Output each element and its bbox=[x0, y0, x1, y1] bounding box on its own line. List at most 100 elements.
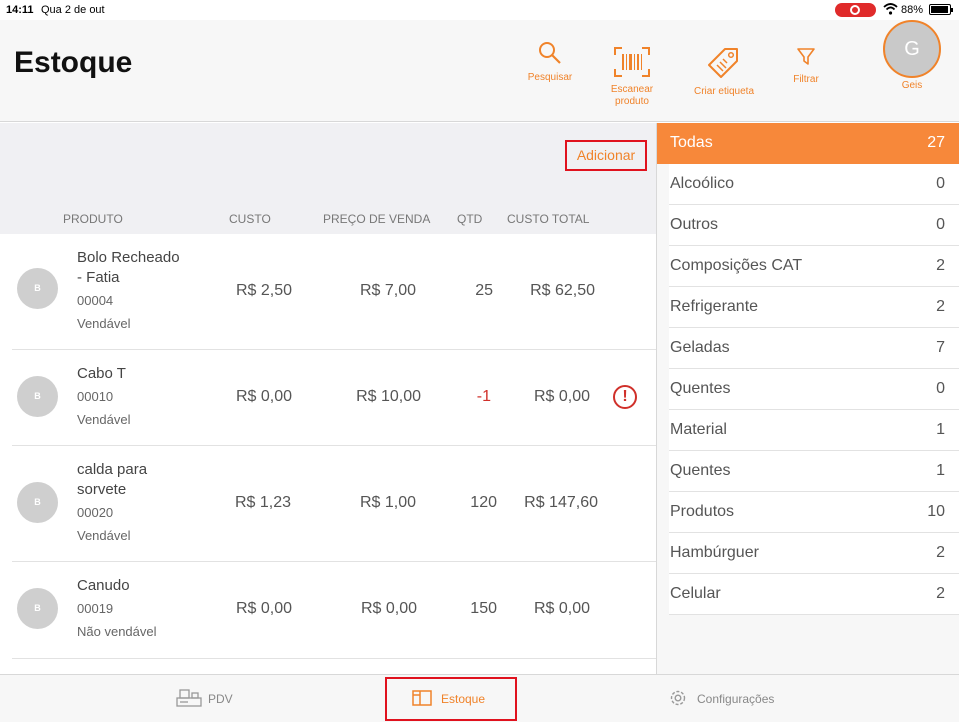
category-count: 7 bbox=[936, 339, 945, 356]
wifi-icon bbox=[883, 3, 898, 15]
product-qty: -1 bbox=[476, 388, 491, 405]
column-total: CUSTO TOTAL bbox=[507, 212, 590, 226]
table-row[interactable]: B calda para sorvete 00020 Vendável R$ 1… bbox=[0, 446, 656, 562]
battery-icon bbox=[929, 4, 953, 15]
category-label: Alcoólico bbox=[670, 175, 735, 192]
create-label-button[interactable]: Criar etiqueta bbox=[684, 46, 764, 98]
category-count: 1 bbox=[936, 462, 945, 479]
add-button[interactable]: Adicionar bbox=[565, 140, 647, 171]
barcode-icon bbox=[614, 47, 650, 77]
category-count: 1 bbox=[936, 421, 945, 438]
product-price: R$ 10,00 bbox=[356, 388, 421, 405]
tag-icon bbox=[708, 48, 738, 78]
category-count: 2 bbox=[936, 298, 945, 315]
product-qty: 25 bbox=[475, 282, 493, 299]
category-label: Outros bbox=[670, 216, 719, 233]
product-code: 00004 bbox=[77, 293, 114, 308]
tab-settings[interactable]: Configurações bbox=[668, 675, 788, 722]
header: Estoque Pesquisar Escanear produto Criar… bbox=[0, 20, 959, 122]
gear-icon bbox=[670, 690, 686, 706]
product-price: R$ 0,00 bbox=[360, 600, 417, 617]
tab-highlight-box bbox=[385, 677, 517, 721]
table-row[interactable]: B Canudo 00019 Não vendável R$ 0,00 R$ 0… bbox=[0, 562, 656, 659]
category-label: Quentes bbox=[670, 462, 731, 479]
tab-settings-label: Configurações bbox=[697, 692, 775, 706]
product-thumbnail: B bbox=[17, 268, 58, 309]
product-name: calda para sorvete bbox=[77, 460, 147, 500]
category-item[interactable]: Alcoólico 0 bbox=[669, 164, 959, 205]
product-name-line2: sorvete bbox=[77, 481, 127, 498]
product-name-line1: Canudo bbox=[77, 577, 130, 594]
category-sidebar: Todas 27 Alcoólico 0 Outros 0 Composiçõe… bbox=[656, 123, 959, 674]
category-item[interactable]: Material 1 bbox=[669, 410, 959, 451]
create-label-text: Criar etiqueta bbox=[693, 86, 755, 97]
category-label: Material bbox=[670, 421, 727, 438]
category-count: 10 bbox=[927, 503, 945, 520]
category-count: 0 bbox=[936, 216, 945, 233]
stock-list-panel: Adicionar PRODUTO CUSTO PREÇO DE VENDA Q… bbox=[0, 123, 656, 674]
category-count: 2 bbox=[936, 544, 945, 561]
battery-percent: 88% bbox=[901, 4, 924, 16]
category-item[interactable]: Quentes 1 bbox=[669, 451, 959, 492]
product-name-line1: Bolo Recheado bbox=[77, 249, 180, 266]
category-count: 2 bbox=[936, 257, 945, 274]
product-status: Vendável bbox=[77, 412, 131, 427]
category-item[interactable]: Outros 0 bbox=[669, 205, 959, 246]
filter-icon bbox=[797, 48, 815, 65]
product-price: R$ 1,00 bbox=[359, 494, 416, 511]
product-cost: R$ 0,00 bbox=[235, 388, 292, 405]
category-item[interactable]: Composições CAT 2 bbox=[669, 246, 959, 287]
category-count: 0 bbox=[936, 175, 945, 192]
search-button[interactable]: Pesquisar bbox=[520, 40, 580, 84]
category-item-todas[interactable]: Todas 27 bbox=[657, 123, 959, 164]
user-avatar[interactable]: G bbox=[883, 20, 941, 78]
category-label: Celular bbox=[670, 585, 721, 602]
product-code: 00019 bbox=[77, 601, 114, 616]
status-date: Qua 2 de out bbox=[41, 4, 105, 16]
status-time: 14:11 bbox=[6, 4, 34, 16]
screen-recording-icon bbox=[835, 3, 876, 17]
search-label: Pesquisar bbox=[527, 72, 573, 83]
product-total: R$ 62,50 bbox=[530, 282, 595, 299]
product-total: R$ 147,60 bbox=[524, 494, 598, 511]
list-toolbar: Adicionar PRODUTO CUSTO PREÇO DE VENDA Q… bbox=[0, 123, 656, 234]
page-title: Estoque bbox=[14, 46, 133, 79]
category-item[interactable]: Refrigerante 2 bbox=[669, 287, 959, 328]
column-cost: CUSTO bbox=[229, 212, 271, 226]
product-rows: B Bolo Recheado - Fatia 00004 Vendável R… bbox=[0, 234, 656, 674]
status-bar: 14:11 Qua 2 de out 88% bbox=[0, 0, 959, 20]
product-qty: 120 bbox=[470, 494, 497, 511]
table-row[interactable]: B Cabo T 00010 Vendável R$ 0,00 R$ 10,00… bbox=[0, 350, 656, 446]
category-item[interactable]: Geladas 7 bbox=[669, 328, 959, 369]
product-name: Canudo bbox=[77, 576, 130, 596]
product-thumbnail: B bbox=[17, 588, 58, 629]
column-qty: QTD bbox=[457, 212, 483, 226]
category-count: 2 bbox=[936, 585, 945, 602]
tab-pdv-label: PDV bbox=[208, 692, 233, 706]
category-item[interactable]: Celular 2 bbox=[669, 574, 959, 615]
category-label: Todas bbox=[670, 134, 713, 151]
scan-product-button[interactable]: Escanear produto bbox=[604, 46, 660, 108]
category-label: Refrigerante bbox=[670, 298, 759, 315]
category-item[interactable]: Quentes 0 bbox=[669, 369, 959, 410]
category-item[interactable]: Hambúrguer 2 bbox=[669, 533, 959, 574]
category-label: Geladas bbox=[670, 339, 730, 356]
category-count: 27 bbox=[927, 134, 945, 151]
column-product: PRODUTO bbox=[63, 212, 123, 226]
category-item[interactable]: Produtos 10 bbox=[669, 492, 959, 533]
product-status: Vendável bbox=[77, 316, 131, 331]
warning-icon[interactable]: ! bbox=[613, 385, 637, 409]
product-code: 00010 bbox=[77, 389, 114, 404]
filter-button[interactable]: Filtrar bbox=[784, 46, 828, 86]
product-name-line1: Cabo T bbox=[77, 365, 126, 382]
product-name: Bolo Recheado - Fatia bbox=[77, 248, 180, 288]
product-cost: R$ 0,00 bbox=[235, 600, 292, 617]
category-label: Hambúrguer bbox=[670, 544, 759, 561]
category-count: 0 bbox=[936, 380, 945, 397]
product-thumbnail: B bbox=[17, 482, 58, 523]
product-price: R$ 7,00 bbox=[359, 282, 416, 299]
table-row[interactable]: B Bolo Recheado - Fatia 00004 Vendável R… bbox=[0, 234, 656, 350]
tab-pdv[interactable]: PDV bbox=[176, 675, 246, 722]
product-cost: R$ 2,50 bbox=[235, 282, 292, 299]
product-thumbnail: B bbox=[17, 376, 58, 417]
